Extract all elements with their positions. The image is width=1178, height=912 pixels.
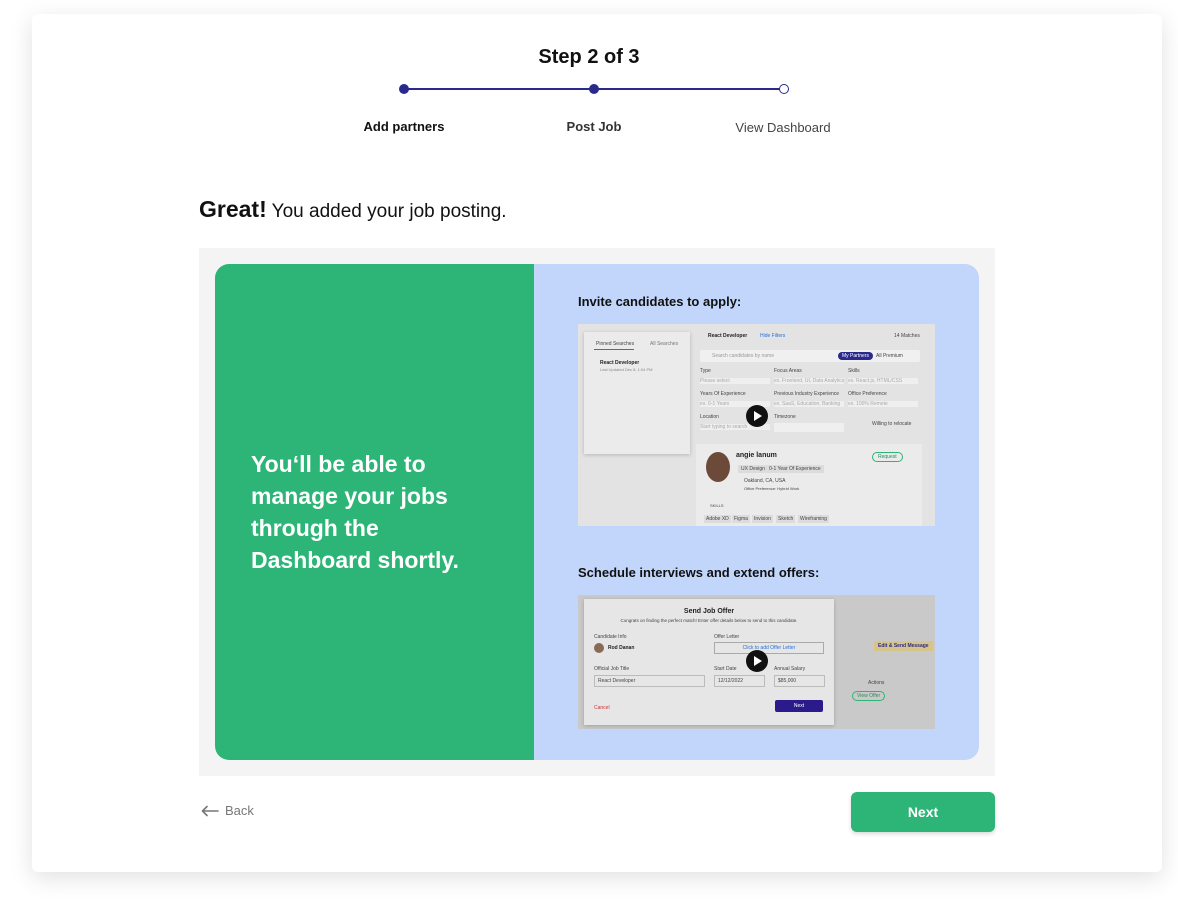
candidate-avatar (706, 452, 730, 482)
step-label-add-partners: Add partners (363, 119, 445, 134)
filter-office-input: ex. 100% Remote (848, 401, 918, 407)
candidate-name: angie lanum (736, 452, 777, 459)
filter-industry-label: Previous Industry Experience (774, 391, 840, 397)
preview-all-premium: All Premium (876, 353, 903, 359)
filter-office-label: Office Preference (848, 391, 887, 397)
candidate-request-button: Request (872, 452, 903, 462)
promo-blue-block: Invite candidates to apply: Pinned Searc… (534, 264, 979, 760)
send-offer-modal: Send Job Offer Congrats on finding the p… (584, 599, 834, 725)
filter-timezone-input (774, 423, 844, 432)
filter-focus-input: ex. Frontend, UI, Data Analytics (774, 378, 844, 384)
modal-candidate-info: Candidate Info (594, 634, 627, 640)
preview-actions-header: Actions (868, 680, 885, 686)
step-label-view-dashboard: View Dashboard (735, 120, 831, 135)
tab-pinned-searches: Pinned Searches (596, 341, 635, 347)
modal-title: Send Job Offer (683, 608, 735, 615)
modal-start-date: Start Date (714, 666, 737, 672)
video1-preview[interactable]: Pinned Searches All Searches React Devel… (578, 324, 935, 526)
candidate-skills-label: SKILLS (710, 503, 724, 508)
preview-job-title: React Developer (708, 333, 748, 339)
play-icon[interactable] (746, 405, 768, 427)
filter-years-label: Years Of Experience (700, 391, 746, 397)
filter-focus-label: Focus Areas (774, 368, 802, 374)
step-title: Step 2 of 3 (538, 46, 640, 68)
play-icon[interactable] (746, 650, 768, 672)
video2-preview[interactable]: Edit & Send Message Actions View Offer S… (578, 595, 935, 729)
modal-cancel: Cancel (594, 705, 610, 711)
step-dot-add-partners (399, 84, 409, 94)
modal-subtitle: Congrats on finding the perfect match! E… (620, 618, 798, 623)
back-label: Back (225, 803, 254, 818)
step-dot-view-dashboard (779, 84, 789, 94)
modal-start-date-input: 12/12/2022 (714, 675, 765, 687)
modal-next: Next (775, 700, 823, 712)
modal-salary-input: $85,000 (774, 675, 825, 687)
tab-all-searches: All Searches (650, 341, 679, 347)
saved-searches-panel: Pinned Searches All Searches React Devel… (584, 332, 690, 454)
filter-timezone-label: Timezone (774, 414, 796, 420)
step-label-post-job: Post Job (566, 119, 622, 134)
candidate-office-pref: Office Preference: Hybrid Work (744, 486, 800, 491)
preview-view-offer: View Offer (852, 691, 886, 701)
modal-candidate-name: Rod Danan (608, 645, 635, 651)
skill-chip: Sketch (776, 515, 796, 523)
modal-offer-letter: Offer Letter (714, 634, 740, 640)
preview-hide-filters: Hide Filters (760, 333, 786, 339)
candidate-card: angie lanum UX Design 0-1 Year Of Experi… (696, 444, 922, 526)
video1-title: Invite candidates to apply: (578, 294, 742, 309)
modal-candidate-avatar (594, 643, 604, 653)
tab-underline (594, 349, 634, 350)
filter-industry-input: ex. SaaS, Education, Banking (774, 401, 844, 407)
next-button[interactable]: Next (851, 792, 995, 832)
preview-search-placeholder: Search candidates by name (712, 353, 774, 359)
heading-rest: You added your job posting. (266, 201, 507, 222)
candidate-tag-2: 0-1 Year Of Experience (766, 465, 824, 473)
modal-official-title: Official Job Title (594, 666, 630, 672)
skill-chip: Wireframing (798, 515, 829, 523)
step-dot-post-job (589, 84, 599, 94)
filter-skills-label: Skills (848, 368, 860, 374)
filter-relocate: Willing to relocate (872, 421, 912, 427)
filter-skills-input: ex. React.js, HTML/CSS (848, 378, 918, 384)
modal-official-title-input: React Developer (594, 675, 705, 687)
modal-offer-link: Click to add Offer Letter (714, 642, 824, 654)
filter-type-input: Please select (700, 378, 770, 384)
video2-title: Schedule interviews and extend offers: (578, 565, 820, 580)
filter-location-label: Location (700, 414, 719, 420)
candidate-location: Oakland, CA, USA (744, 478, 786, 484)
saved-search-sub: Last Updated Dec 8, 1:04 PM (600, 367, 653, 372)
filter-type-label: Type (700, 368, 711, 374)
promo-green-block: You‘ll be able to manage your jobs throu… (215, 264, 534, 760)
confirmation-heading: Great! You added your job posting. (199, 196, 507, 223)
candidate-tag-1: UX Design (738, 465, 768, 473)
arrow-left-icon (201, 805, 219, 816)
preview-edit-send: Edit & Send Message (874, 641, 933, 651)
modal-salary: Annual Salary (774, 666, 806, 672)
promo-inner: You‘ll be able to manage your jobs throu… (215, 264, 979, 760)
preview-matches: 14 Matches (894, 333, 920, 339)
skill-chip: Adobe XD (704, 515, 731, 523)
skill-chip: Figma (732, 515, 750, 523)
heading-strong: Great! (199, 196, 267, 222)
back-button[interactable]: Back (201, 803, 254, 818)
promo-panel: You‘ll be able to manage your jobs throu… (199, 248, 995, 776)
preview-my-partners: My Partners (838, 352, 873, 360)
promo-message: You‘ll be able to manage your jobs throu… (251, 451, 459, 573)
saved-search-title: React Developer (600, 360, 640, 366)
skill-chip: Invision (752, 515, 773, 523)
